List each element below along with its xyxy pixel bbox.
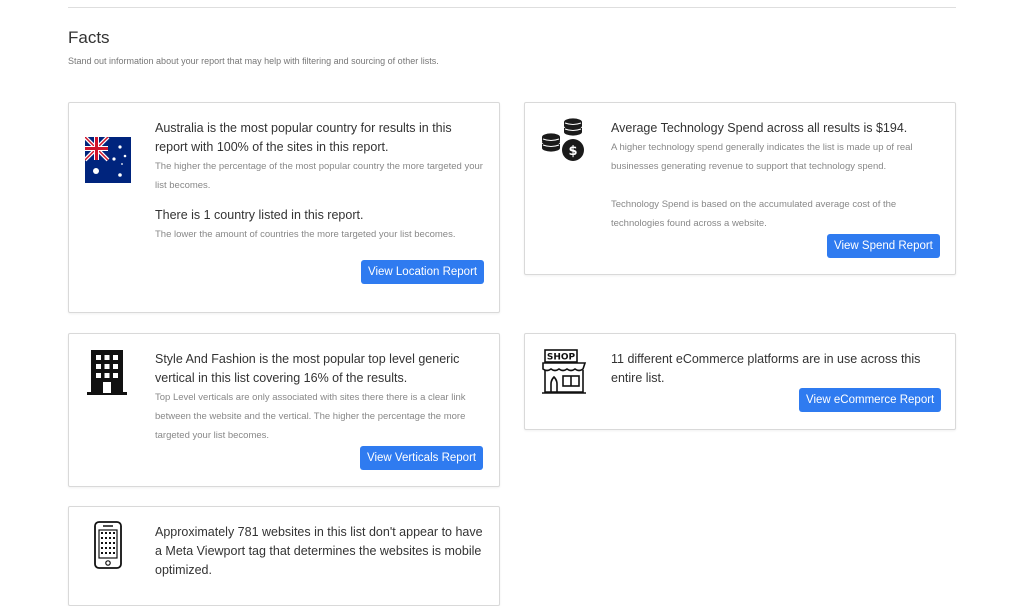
top-divider	[68, 7, 956, 8]
mobile-lead-text: Approximately 781 websites in this list …	[155, 525, 483, 577]
coins-dollar-icon: $	[541, 117, 587, 165]
section-title: Facts	[68, 28, 110, 47]
verticals-lead-text: Style And Fashion is the most popular to…	[155, 352, 460, 385]
spend-note-text: A higher technology spend generally indi…	[611, 142, 913, 172]
australia-flag-icon	[85, 137, 131, 183]
section-subtitle: Stand out information about your report …	[68, 56, 439, 66]
spend-fact-card: $ Average Technology Spend across all re…	[524, 102, 956, 275]
verticals-note-text: Top Level verticals are only associated …	[155, 392, 466, 441]
shop-sign-text: SHOP	[547, 353, 576, 363]
mobile-fact-card: Approximately 781 websites in this list …	[68, 506, 500, 606]
location-note-text: The higher the percentage of the most po…	[155, 161, 483, 191]
country-count-note: The lower the amount of countries the mo…	[155, 229, 456, 240]
location-fact-card: Australia is the most popular country fo…	[68, 102, 500, 313]
ecommerce-lead-text: 11 different eCommerce platforms are in …	[611, 352, 921, 385]
location-lead-text: Australia is the most popular country fo…	[155, 121, 452, 154]
view-spend-report-button[interactable]: View Spend Report	[827, 234, 940, 258]
spend-lead-text: Average Technology Spend across all resu…	[611, 121, 908, 135]
view-location-report-button[interactable]: View Location Report	[361, 260, 485, 284]
svg-text:$: $	[568, 144, 577, 159]
view-ecommerce-report-button[interactable]: View eCommerce Report	[799, 388, 942, 412]
office-building-icon	[87, 350, 127, 396]
verticals-fact-card: Style And Fashion is the most popular to…	[68, 333, 500, 487]
mobile-phone-icon	[93, 521, 123, 569]
spend-note-2-text: Technology Spend is based on the accumul…	[611, 199, 897, 229]
ecommerce-fact-card: SHOP 11 different eCommerce platforms ar…	[524, 333, 956, 430]
view-verticals-report-button[interactable]: View Verticals Report	[360, 446, 484, 470]
country-count-text: There is 1 country listed in this report…	[155, 208, 364, 222]
shop-icon: SHOP	[541, 348, 587, 396]
